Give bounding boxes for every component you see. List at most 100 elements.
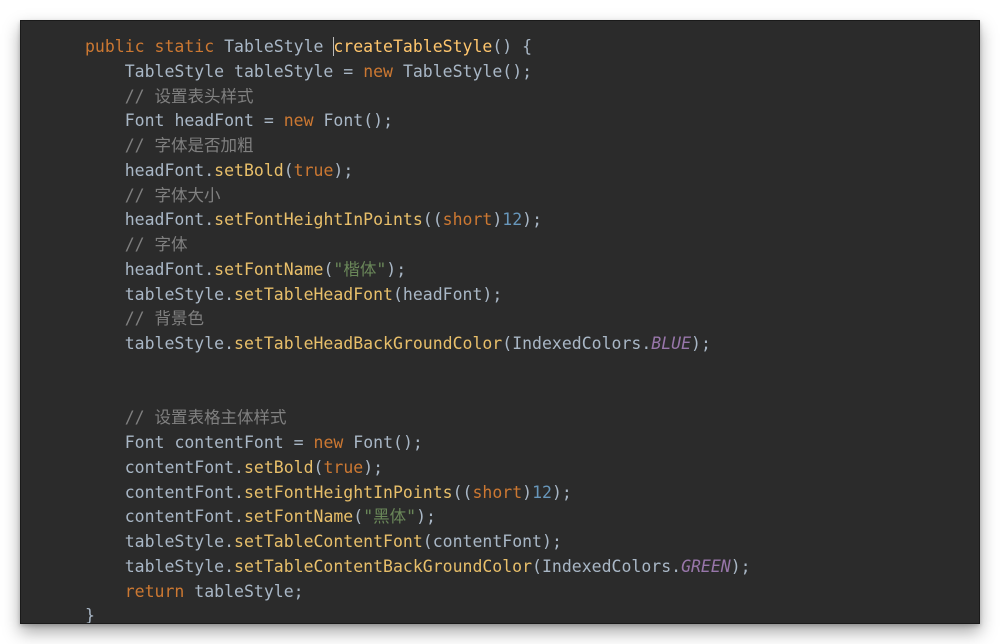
dot: . — [234, 507, 244, 526]
keyword-return: return — [125, 582, 185, 601]
keyword-public: public — [85, 37, 145, 56]
paren: ( — [284, 161, 294, 180]
ident-headfont: headFont — [174, 111, 253, 130]
paren: ) — [542, 532, 552, 551]
type-tablestyle: TableStyle — [125, 62, 224, 81]
number-12: 12 — [502, 210, 522, 229]
method-settablecontentbg: setTableContentBackGroundColor — [234, 557, 532, 576]
semi: ; — [373, 458, 383, 477]
code-block[interactable]: public static TableStyle createTableStyl… — [21, 35, 979, 624]
keyword-short: short — [443, 210, 493, 229]
paren: ) — [333, 161, 343, 180]
ident-tablestyle: tableStyle — [194, 582, 293, 601]
paren: () — [502, 62, 522, 81]
method-setfontname: setFontName — [244, 507, 353, 526]
ident-contentfont: contentFont — [125, 507, 234, 526]
ident-headfont: headFont — [403, 285, 482, 304]
keyword-true: true — [294, 161, 334, 180]
paren: () — [393, 433, 413, 452]
comment-body-style: // 设置表格主体样式 — [125, 408, 287, 427]
method-settableheadfont: setTableHeadFont — [234, 285, 393, 304]
number-12: 12 — [532, 483, 552, 502]
keyword-static: static — [155, 37, 215, 56]
ident-contentfont: contentFont — [433, 532, 542, 551]
paren: ) — [386, 260, 396, 279]
constant-blue: BLUE — [651, 334, 691, 353]
ident-headfont: headFont — [125, 210, 204, 229]
assign: = — [284, 433, 314, 452]
keyword-new: new — [314, 433, 344, 452]
ident-tablestyle: tableStyle — [125, 334, 224, 353]
method-setfontheight: setFontHeightInPoints — [244, 483, 453, 502]
keyword-new: new — [363, 62, 393, 81]
brace-open: { — [522, 37, 532, 56]
paren: ) — [492, 210, 502, 229]
semi: ; — [701, 334, 711, 353]
dot: . — [671, 557, 681, 576]
paren: ( — [463, 483, 473, 502]
paren: ( — [502, 334, 512, 353]
dot: . — [204, 210, 214, 229]
ident-tablestyle: tableStyle — [125, 285, 224, 304]
brace-close: } — [85, 606, 95, 624]
constant-green: GREEN — [681, 557, 731, 576]
dot: . — [234, 458, 244, 477]
ident-tablestyle: tableStyle — [234, 62, 333, 81]
semi: ; — [741, 557, 751, 576]
method-settableheadbg: setTableHeadBackGroundColor — [234, 334, 502, 353]
semi: ; — [492, 285, 502, 304]
method-decl-createtablestyle: createTableStyle — [333, 37, 492, 56]
semi: ; — [343, 161, 353, 180]
paren: ) — [363, 458, 373, 477]
keyword-true: true — [323, 458, 363, 477]
type-font: Font — [353, 433, 393, 452]
method-setbold: setBold — [244, 458, 314, 477]
dot: . — [224, 334, 234, 353]
type-indexedcolors: IndexedColors — [512, 334, 641, 353]
paren: ( — [453, 483, 463, 502]
string-heiti: "黑体" — [363, 507, 416, 526]
type-font: Font — [323, 111, 363, 130]
type-font: Font — [125, 111, 165, 130]
paren: ) — [691, 334, 701, 353]
comment-font-bold: // 字体是否加粗 — [125, 136, 254, 155]
keyword-short: short — [472, 483, 522, 502]
dot: . — [234, 483, 244, 502]
code-editor[interactable]: public static TableStyle createTableStyl… — [20, 20, 980, 624]
paren: ) — [522, 483, 532, 502]
paren: ) — [522, 210, 532, 229]
ident-tablestyle: tableStyle — [125, 532, 224, 551]
paren: ) — [482, 285, 492, 304]
semi: ; — [294, 582, 304, 601]
paren: ) — [416, 507, 426, 526]
ident-headfont: headFont — [125, 161, 204, 180]
semi: ; — [552, 532, 562, 551]
method-setfontheight: setFontHeightInPoints — [214, 210, 423, 229]
dot: . — [224, 557, 234, 576]
dot: . — [641, 334, 651, 353]
dot: . — [224, 532, 234, 551]
semi: ; — [413, 433, 423, 452]
semi: ; — [426, 507, 436, 526]
paren: ( — [423, 532, 433, 551]
paren: () — [363, 111, 383, 130]
assign: = — [333, 62, 363, 81]
paren: ( — [353, 507, 363, 526]
keyword-new: new — [284, 111, 314, 130]
comment-head-style: // 设置表头样式 — [125, 87, 254, 106]
semi: ; — [383, 111, 393, 130]
comment-font: // 字体 — [125, 235, 188, 254]
paren: ( — [323, 260, 333, 279]
ident-headfont: headFont — [125, 260, 204, 279]
ident-tablestyle: tableStyle — [125, 557, 224, 576]
type-tablestyle: TableStyle — [403, 62, 502, 81]
assign: = — [254, 111, 284, 130]
method-settablecontentfont: setTableContentFont — [234, 532, 423, 551]
comment-bg-color: // 背景色 — [125, 309, 204, 328]
paren: ( — [423, 210, 433, 229]
type-tablestyle: TableStyle — [224, 37, 323, 56]
ident-contentfont: contentFont — [125, 483, 234, 502]
paren: () — [492, 37, 512, 56]
comment-font-size: // 字体大小 — [125, 186, 221, 205]
dot: . — [204, 260, 214, 279]
